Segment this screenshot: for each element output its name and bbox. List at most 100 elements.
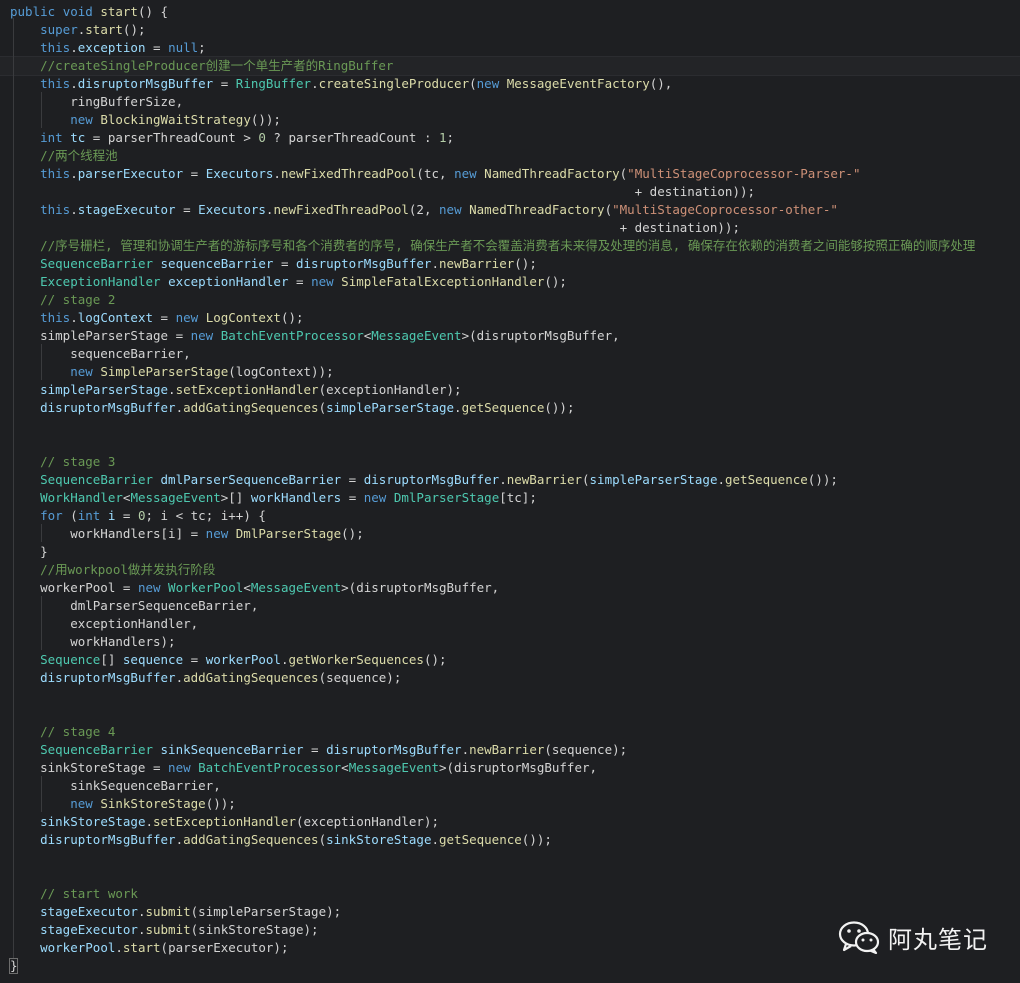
code-line[interactable]: sinkStoreStage.setExceptionHandler(excep… (10, 813, 1020, 831)
code-token: SequenceBarrier (40, 742, 153, 757)
code-line[interactable]: int tc = parserThreadCount > 0 ? parserT… (10, 129, 1020, 147)
code-line[interactable]: this.disruptorMsgBuffer = RingBuffer.cre… (10, 75, 1020, 93)
code-line[interactable]: disruptorMsgBuffer.addGatingSequences(se… (10, 669, 1020, 687)
code-token: start (85, 22, 123, 37)
code-line[interactable] (10, 705, 1020, 723)
code-token: new (190, 328, 214, 343)
code-line[interactable]: for (int i = 0; i < tc; i++) { (10, 507, 1020, 525)
code-line[interactable]: new BlockingWaitStrategy()); (10, 111, 1020, 129)
code-line[interactable]: this.parserExecutor = Executors.newFixed… (10, 165, 1020, 183)
code-line[interactable] (10, 849, 1020, 867)
code-token: MessageEventFactory (506, 76, 650, 91)
code-line[interactable]: //序号栅栏, 管理和协调生产者的游标序号和各个消费者的序号, 确保生产者不会覆… (10, 237, 1020, 255)
code-line[interactable]: dmlParserSequenceBarrier, (10, 597, 1020, 615)
code-line[interactable]: SequenceBarrier sequenceBarrier = disrup… (10, 255, 1020, 273)
code-line[interactable]: disruptorMsgBuffer.addGatingSequences(si… (10, 831, 1020, 849)
code-line[interactable]: // stage 2 (10, 291, 1020, 309)
code-line[interactable]: public void start() { (10, 3, 1020, 21)
code-line[interactable]: new SinkStoreStage()); (10, 795, 1020, 813)
code-token: //用workpool做并发执行阶段 (40, 562, 216, 577)
code-token: submit (145, 922, 191, 937)
code-line[interactable]: WorkHandler<MessageEvent>[] workHandlers… (10, 489, 1020, 507)
code-token: //序号栅栏, 管理和协调生产者的游标序号和各个消费者的序号, 确保生产者不会覆… (40, 238, 976, 253)
code-line[interactable]: SequenceBarrier dmlParserSequenceBarrier… (10, 471, 1020, 489)
code-token: = (288, 274, 312, 289)
code-token: ( (318, 400, 327, 415)
code-token: (2, (408, 202, 440, 217)
code-line[interactable]: //用workpool做并发执行阶段 (10, 561, 1020, 579)
code-token: (); (341, 526, 364, 541)
code-line[interactable]: // start work (10, 885, 1020, 903)
code-line[interactable]: simpleParserStage.setExceptionHandler(ex… (10, 381, 1020, 399)
code-line[interactable]: this.stageExecutor = Executors.newFixedT… (10, 201, 1020, 219)
code-token: SimpleFatalExceptionHandler (341, 274, 545, 289)
code-token: workHandlers[i] = (10, 526, 206, 541)
code-line[interactable]: SequenceBarrier sinkSequenceBarrier = di… (10, 741, 1020, 759)
code-line[interactable] (10, 417, 1020, 435)
code-line[interactable]: sequenceBarrier, (10, 345, 1020, 363)
code-token: . (70, 310, 78, 325)
code-line[interactable] (10, 435, 1020, 453)
code-editor[interactable]: public void start() { super.start(); thi… (0, 0, 1020, 983)
code-token: ; (198, 40, 206, 55)
code-token: MessageEvent (371, 328, 462, 343)
code-token: addGatingSequences (183, 400, 319, 415)
code-line[interactable]: // stage 4 (10, 723, 1020, 741)
code-token: . (175, 400, 184, 415)
code-token: MessageEvent (250, 580, 342, 595)
code-token: NamedThreadFactory (469, 202, 605, 217)
code-line[interactable] (10, 867, 1020, 885)
code-line[interactable]: this.exception = null; (10, 39, 1020, 57)
code-line[interactable]: workHandlers[i] = new DmlParserStage(); (10, 525, 1020, 543)
code-line[interactable]: Sequence[] sequence = workerPool.getWork… (10, 651, 1020, 669)
code-token: int (77, 508, 101, 523)
code-token: . (499, 472, 507, 487)
code-token: . (431, 256, 439, 271)
code-token: disruptorMsgBuffer (77, 76, 214, 91)
code-line[interactable]: stageExecutor.submit(simpleParserStage); (10, 903, 1020, 921)
code-line[interactable]: simpleParserStage = new BatchEventProces… (10, 327, 1020, 345)
code-line[interactable]: this.logContext = new LogContext(); (10, 309, 1020, 327)
code-token: = (303, 742, 327, 757)
code-line[interactable]: ringBufferSize, (10, 93, 1020, 111)
code-token: ; i < tc; i++) { (145, 508, 266, 523)
code-token: DmlParserStage (235, 526, 342, 541)
code-token: workerPool (40, 940, 116, 955)
code-line[interactable]: //createSingleProducer创建一个单生产者的RingBuffe… (10, 57, 1020, 75)
code-token: (); (423, 652, 447, 667)
code-line[interactable]: + destination)); (10, 219, 1020, 237)
code-token: ( (604, 202, 613, 217)
code-line[interactable] (10, 687, 1020, 705)
code-token: addGatingSequences (183, 832, 319, 847)
code-line[interactable]: ExceptionHandler exceptionHandler = new … (10, 273, 1020, 291)
code-line[interactable]: workHandlers); (10, 633, 1020, 651)
code-token: sinkStoreStage = (10, 760, 169, 775)
code-token: WorkHandler (40, 490, 123, 505)
code-token: this (40, 310, 71, 325)
code-token: "MultiStageCoprocessor-Parser-" (627, 166, 861, 181)
code-line[interactable]: super.start(); (10, 21, 1020, 39)
code-line[interactable]: } (10, 543, 1020, 561)
code-line[interactable]: sinkSequenceBarrier, (10, 777, 1020, 795)
code-line[interactable]: disruptorMsgBuffer.addGatingSequences(si… (10, 399, 1020, 417)
code-line[interactable]: new SimpleParserStage(logContext)); (10, 363, 1020, 381)
code-line[interactable]: exceptionHandler, (10, 615, 1020, 633)
code-token: simpleParserStage (589, 472, 718, 487)
code-token: . (273, 166, 281, 181)
code-token: workHandlers); (10, 634, 176, 649)
code-line[interactable]: // stage 3 (10, 453, 1020, 471)
code-line[interactable]: workerPool = new WorkerPool<MessageEvent… (10, 579, 1020, 597)
code-token: (exceptionHandler); (296, 814, 439, 829)
code-token: getSequence (439, 832, 522, 847)
code-line[interactable]: } (10, 957, 1020, 975)
code-line[interactable]: //两个线程池 (10, 147, 1020, 165)
code-line[interactable]: sinkStoreStage = new BatchEventProcessor… (10, 759, 1020, 777)
code-token: . (70, 202, 78, 217)
code-line[interactable]: + destination)); (10, 183, 1020, 201)
